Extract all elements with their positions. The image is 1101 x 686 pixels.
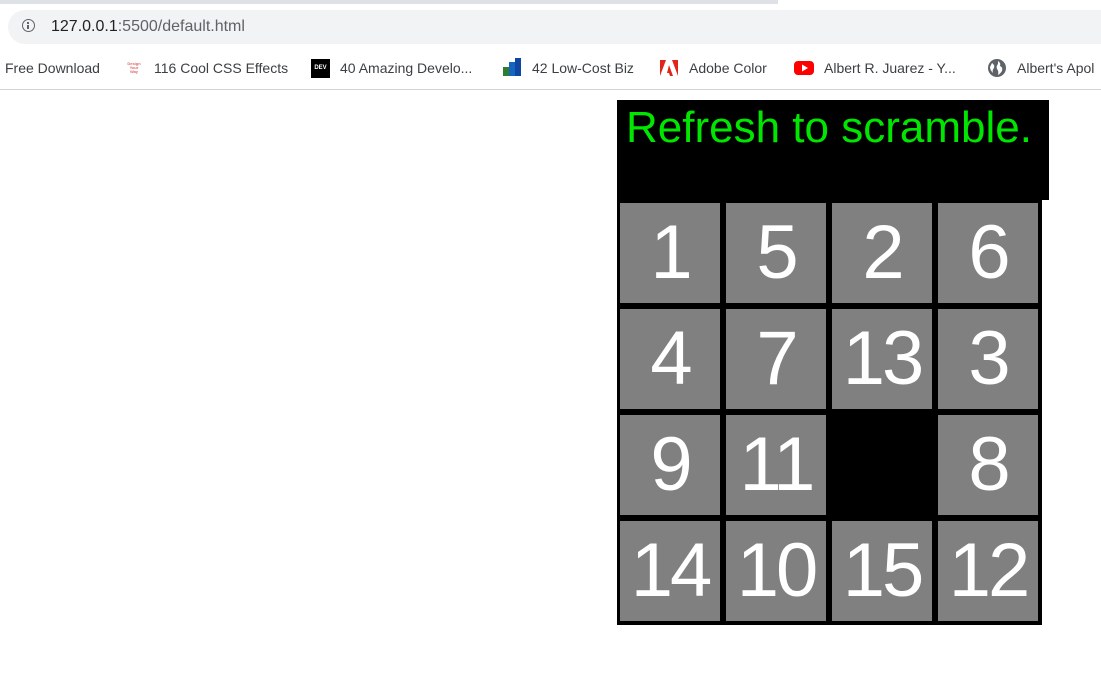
puzzle-tile[interactable]: 1 [620,203,720,303]
page-title: Refresh to scramble. [626,103,1032,152]
bar-chart-icon [502,58,522,78]
browser-toolbar: 127.0.0.1:5500/default.html [0,4,1101,49]
url-host: 127.0.0.1 [51,18,118,35]
puzzle-tile[interactable]: 13 [832,309,932,409]
bookmark-cool-css-effects[interactable]: Design Your Way 116 Cool CSS Effects [124,57,288,79]
puzzle-tile[interactable]: 3 [938,309,1038,409]
url-text[interactable]: 127.0.0.1:5500/default.html [51,17,245,37]
url-path: :5500/default.html [117,18,245,35]
bookmark-label: 40 Amazing Develo... [340,60,473,76]
bookmark-amazing-developers[interactable]: DEV 40 Amazing Develo... [311,57,472,79]
youtube-icon [794,58,814,78]
puzzle-tile[interactable]: 7 [726,309,826,409]
puzzle-tile[interactable]: 11 [726,415,826,515]
bookmark-label: Albert's Apol [1017,60,1095,76]
address-bar[interactable]: 127.0.0.1:5500/default.html [8,10,1101,44]
puzzle-tile[interactable]: 15 [832,521,932,621]
bookmark-label: Albert R. Juarez - Y... [824,60,956,76]
dev-icon: DEV [311,58,330,78]
design-your-way-icon: Design Your Way [127,61,141,74]
title-banner: Refresh to scramble. [617,100,1049,200]
bookmark-label: 116 Cool CSS Effects [154,60,289,76]
bookmark-albert-youtube[interactable]: Albert R. Juarez - Y... [794,57,956,79]
bookmark-label: Free Download [5,60,100,76]
bookmark-alberts-apol[interactable]: Albert's Apol [987,57,1094,79]
bookmark-low-cost-biz[interactable]: 42 Low-Cost Biz [502,57,634,79]
puzzle-tile[interactable]: 10 [726,521,826,621]
bookmark-label: 42 Low-Cost Biz [532,60,634,76]
bookmarks-bar: Free Download Design Your Way 116 Cool C… [0,49,1101,90]
site-info-icon[interactable] [22,19,35,32]
bookmark-adobe-color[interactable]: Adobe Color [659,57,767,79]
adobe-icon [659,58,679,78]
globe-icon [987,58,1007,78]
bookmark-free-download[interactable]: Free Download [5,57,100,79]
puzzle-tile[interactable]: 12 [938,521,1038,621]
empty-slot[interactable] [832,415,932,515]
puzzle-tile[interactable]: 2 [832,203,932,303]
puzzle-tile[interactable]: 6 [938,203,1038,303]
bookmark-label: Adobe Color [689,60,767,76]
puzzle-tile[interactable]: 14 [620,521,720,621]
puzzle-board: 1 5 2 6 4 7 13 3 9 11 8 14 10 15 12 [617,200,1042,625]
puzzle-tile[interactable]: 9 [620,415,720,515]
puzzle-tile[interactable]: 5 [726,203,826,303]
puzzle-tile[interactable]: 4 [620,309,720,409]
puzzle-tile[interactable]: 8 [938,415,1038,515]
